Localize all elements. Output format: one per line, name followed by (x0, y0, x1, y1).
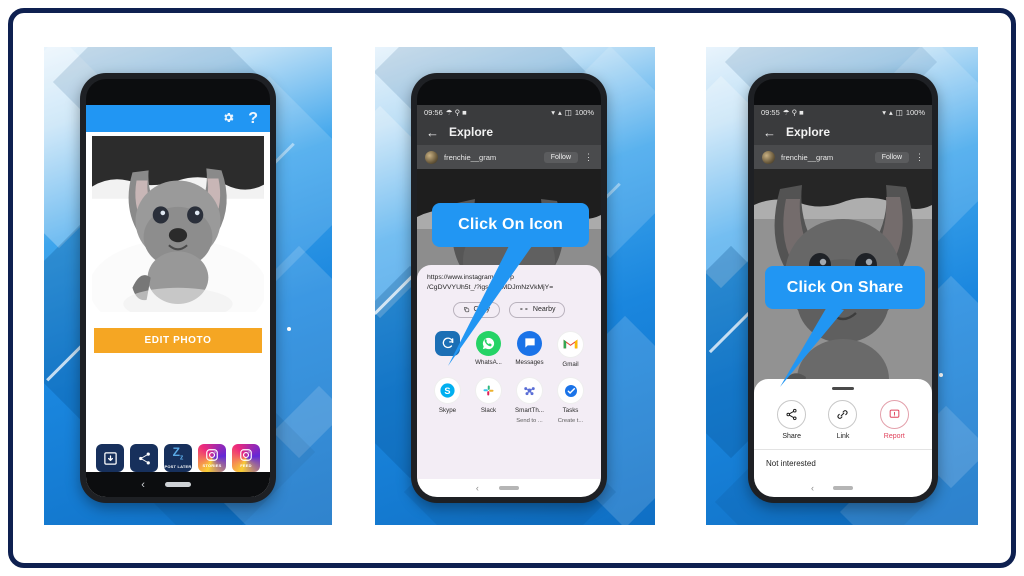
share-app-target[interactable]: SmartTh... Send to ... (509, 377, 550, 425)
callout-3-tail (780, 305, 844, 387)
report-action-label: Report (883, 433, 905, 440)
status-left: 09:55 ☂ ⚲ ■ (761, 108, 804, 117)
callout-2-tail (448, 240, 532, 366)
status-right: ▾ ▴ ◫ 100% (882, 108, 925, 117)
wifi-icon: ▾ (882, 107, 886, 117)
status-misc-icons: ☂ ⚲ ■ (445, 107, 467, 117)
share-action[interactable]: Share (777, 400, 807, 440)
home-pill-icon[interactable] (165, 482, 191, 487)
avatar[interactable] (762, 150, 775, 164)
back-chevron-icon[interactable]: ‹ (811, 483, 814, 493)
phone-1-screen: ? EDIT PHOTO Zz POST LATER STORIES FEED … (86, 105, 270, 497)
sheet-action-row: Share Link Report (754, 400, 932, 449)
not-interested-item[interactable]: Not interested (754, 450, 932, 479)
explore-appbar: ← Explore (417, 119, 601, 145)
tasks-icon[interactable] (557, 377, 584, 405)
home-pill-icon[interactable] (499, 486, 519, 490)
smartthings-icon[interactable] (516, 377, 543, 405)
deco-dot (939, 373, 943, 377)
avatar[interactable] (425, 150, 438, 164)
instagram-feed-icon[interactable]: FEED (232, 444, 260, 472)
slack-icon[interactable] (475, 377, 502, 405)
share-app-sublabel: Send to ... (516, 418, 543, 425)
signal-icon: ▴ (557, 107, 562, 117)
callout-click-on-share: Click On Share (765, 266, 925, 309)
post-user-row: frenchie__gram Follow ⋮ (417, 145, 601, 169)
share-app-label: Skype (438, 407, 457, 415)
share-app-label: Slack (480, 407, 497, 415)
share-action-label: Share (782, 433, 801, 440)
gear-icon[interactable] (222, 111, 235, 126)
share-app-sublabel: Create t... (557, 418, 584, 425)
system-navbar: ‹ (86, 472, 270, 497)
back-arrow-icon[interactable]: ← (763, 126, 776, 139)
share-app-label: Gmail (562, 360, 579, 368)
save-icon[interactable] (96, 444, 124, 472)
wifi-icon: ▾ (551, 107, 555, 117)
instagram-stories-icon[interactable]: STORIES (198, 444, 226, 472)
username[interactable]: frenchie__gram (444, 153, 538, 162)
link-action-label: Link (836, 433, 850, 440)
status-misc-icons: ☂ ⚲ ■ (782, 107, 804, 117)
kebab-menu-icon[interactable]: ⋮ (584, 152, 593, 161)
question-mark-icon[interactable]: ? (248, 110, 258, 127)
signal-icon: ▴ (888, 107, 893, 117)
share-icon[interactable] (777, 400, 807, 429)
status-right: ▾ ▴ ◫ 100% (551, 108, 594, 117)
page-title: Explore (449, 125, 494, 139)
app-toolbar: ? (86, 105, 270, 132)
battery-percent: 100% (574, 107, 594, 117)
explore-appbar: ← Explore (754, 119, 932, 145)
status-bar: 09:56 ☂ ⚲ ■ ▾ ▴ ◫ 100% (417, 105, 601, 119)
share-app-label: Tasks (562, 407, 579, 415)
back-chevron-icon[interactable]: ‹ (476, 483, 479, 493)
share-app-label: SmartTh... (515, 407, 544, 415)
status-left: 09:56 ☂ ⚲ ■ (424, 108, 467, 117)
report-icon[interactable] (879, 400, 909, 429)
phone-1-bezel: ? EDIT PHOTO Zz POST LATER STORIES FEED … (86, 79, 270, 497)
status-time: 09:55 (761, 107, 780, 117)
post-later-icon[interactable]: Zz POST LATER (164, 444, 192, 472)
report-action[interactable]: Report (879, 400, 909, 440)
share-app-target[interactable]: S Skype (427, 377, 468, 425)
link-icon[interactable] (828, 400, 858, 429)
action-icon-row: Zz POST LATER STORIES FEED (86, 444, 270, 472)
skype-icon[interactable]: S (434, 377, 461, 405)
edit-photo-button[interactable]: EDIT PHOTO (94, 328, 262, 353)
callout-click-on-icon: Click On Icon (432, 203, 589, 247)
battery-percent: 100% (905, 107, 925, 117)
dog-photo (92, 136, 264, 312)
gmail-icon[interactable] (557, 330, 584, 358)
follow-button[interactable]: Follow (543, 151, 578, 163)
link-action[interactable]: Link (828, 400, 858, 440)
share-app-target[interactable]: Gmail (550, 330, 591, 369)
post-user-row: frenchie__gram Follow ⋮ (754, 145, 932, 169)
kebab-menu-icon[interactable]: ⋮ (915, 152, 924, 161)
follow-button[interactable]: Follow (874, 151, 909, 163)
share-icon[interactable] (130, 444, 158, 472)
system-navbar: ‹ (754, 479, 932, 497)
phone-1: ? EDIT PHOTO Zz POST LATER STORIES FEED … (80, 73, 276, 503)
svg-text:S: S (444, 386, 450, 396)
screenshot-stage: ? EDIT PHOTO Zz POST LATER STORIES FEED … (0, 0, 1024, 576)
back-arrow-icon[interactable]: ← (426, 126, 439, 139)
back-chevron-icon[interactable]: ‹ (141, 479, 145, 491)
battery-icon: ◫ (895, 107, 903, 117)
system-navbar: ‹ (417, 479, 601, 497)
battery-icon: ◫ (564, 107, 572, 117)
page-title: Explore (786, 125, 831, 139)
status-time: 09:56 (424, 107, 443, 117)
share-app-target[interactable]: Slack (468, 377, 509, 425)
post-options-bottom-sheet: Share Link Report Not interested (754, 379, 932, 479)
status-bar: 09:55 ☂ ⚲ ■ ▾ ▴ ◫ 100% (754, 105, 932, 119)
deco-dot (287, 327, 291, 331)
home-pill-icon[interactable] (833, 486, 853, 490)
share-app-target[interactable]: Tasks Create t... (550, 377, 591, 425)
photo-preview (92, 136, 264, 312)
username[interactable]: frenchie__gram (781, 153, 869, 162)
